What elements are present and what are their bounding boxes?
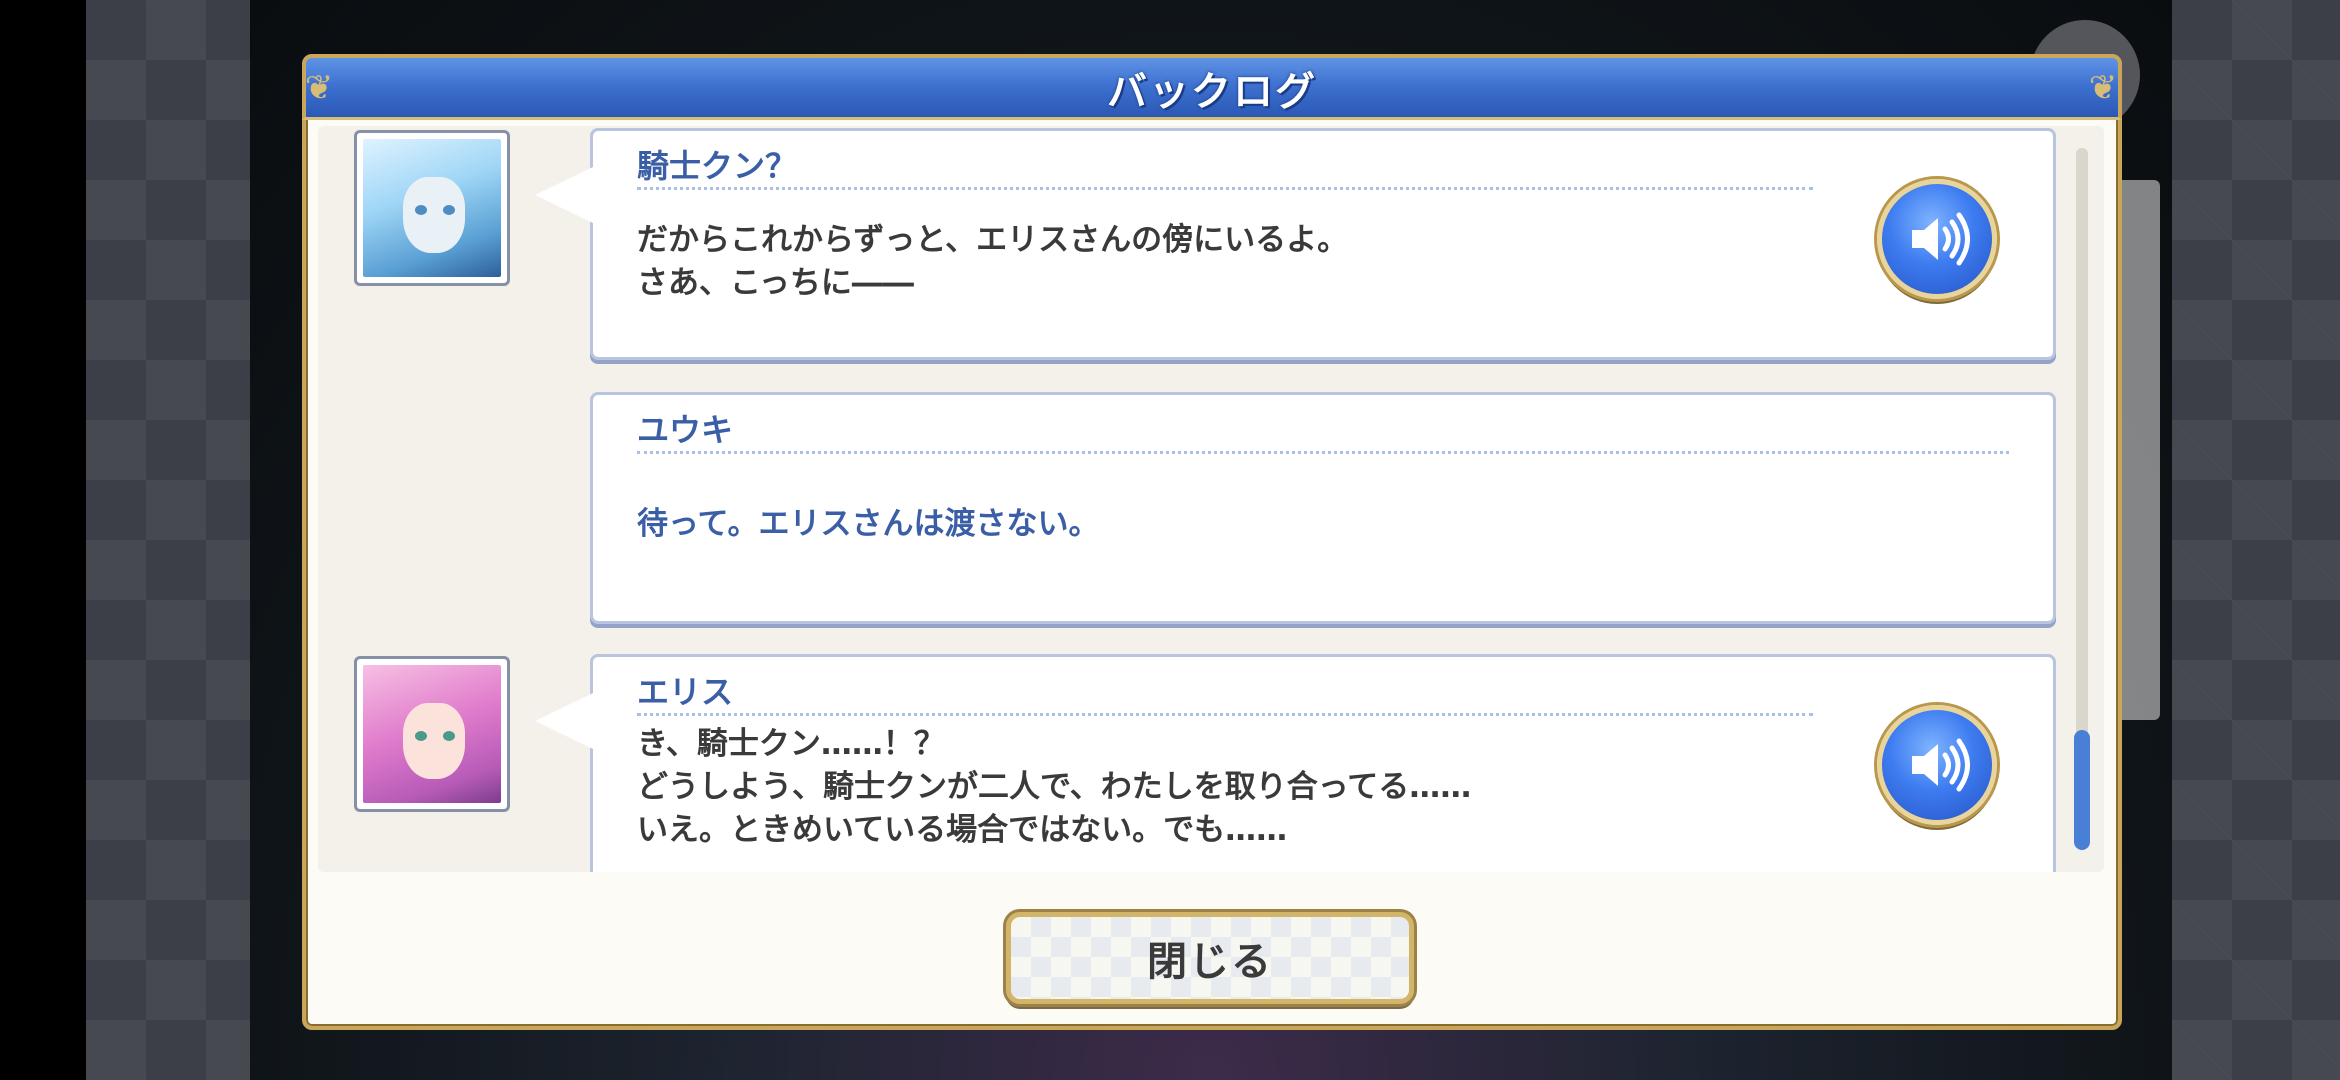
background-pattern-left — [86, 0, 250, 1080]
ornament-left-icon: ❦ — [304, 68, 334, 108]
eris-portrait-icon — [363, 665, 501, 803]
background-pattern-right — [2172, 0, 2340, 1080]
speaker-icon — [1912, 212, 1970, 266]
knight-avatar — [354, 130, 510, 286]
dialogue-bubble: エリス き、騎士クン……！？ どうしよう、騎士クンが二人で、わたしを取り合ってる… — [535, 654, 2056, 872]
backlog-list[interactable]: 騎士クン？ だからこれからずっと、エリスさんの傍にいるよ。 さあ、こっちに―― … — [318, 126, 2104, 872]
eris-avatar — [354, 656, 510, 812]
speaker-divider — [637, 187, 1813, 190]
bubble-tail — [535, 693, 593, 749]
knight-portrait-icon — [363, 139, 501, 277]
speaker-divider — [637, 713, 1813, 716]
speaker-name: ユウキ — [637, 411, 734, 449]
ornament-right-icon: ❦ — [2088, 68, 2118, 108]
speaker-icon — [1912, 738, 1970, 792]
dialogue-bubble: 騎士クン？ だからこれからずっと、エリスさんの傍にいるよ。 さあ、こっちに―― — [535, 128, 2056, 360]
speaker-name: エリス — [637, 673, 734, 711]
dialogue-text: 待って。エリスさんは渡さない。 — [637, 506, 1100, 542]
dialogue-text: き、騎士クン……！？ どうしよう、騎士クンが二人で、わたしを取り合ってる…… い… — [637, 726, 1472, 848]
screen-edge-left — [0, 0, 86, 1080]
dialogue-bubble: ユウキ 待って。エリスさんは渡さない。 — [590, 392, 2056, 624]
bubble-tail — [535, 167, 593, 223]
backlog-header: バックログ — [302, 54, 2122, 120]
backlog-title: バックログ — [1107, 68, 1317, 115]
voice-play-button[interactable] — [1877, 705, 1997, 825]
scrollbar-thumb[interactable] — [2074, 730, 2090, 850]
speaker-name: 騎士クン？ — [637, 147, 798, 185]
voice-play-button[interactable] — [1877, 179, 1997, 299]
close-button[interactable]: 閉じる — [1006, 912, 1414, 1004]
speaker-divider — [637, 451, 2009, 454]
close-button-label: 閉じる — [1147, 939, 1273, 985]
dialogue-text: だからこれからずっと、エリスさんの傍にいるよ。 さあ、こっちに―― — [637, 222, 1349, 301]
